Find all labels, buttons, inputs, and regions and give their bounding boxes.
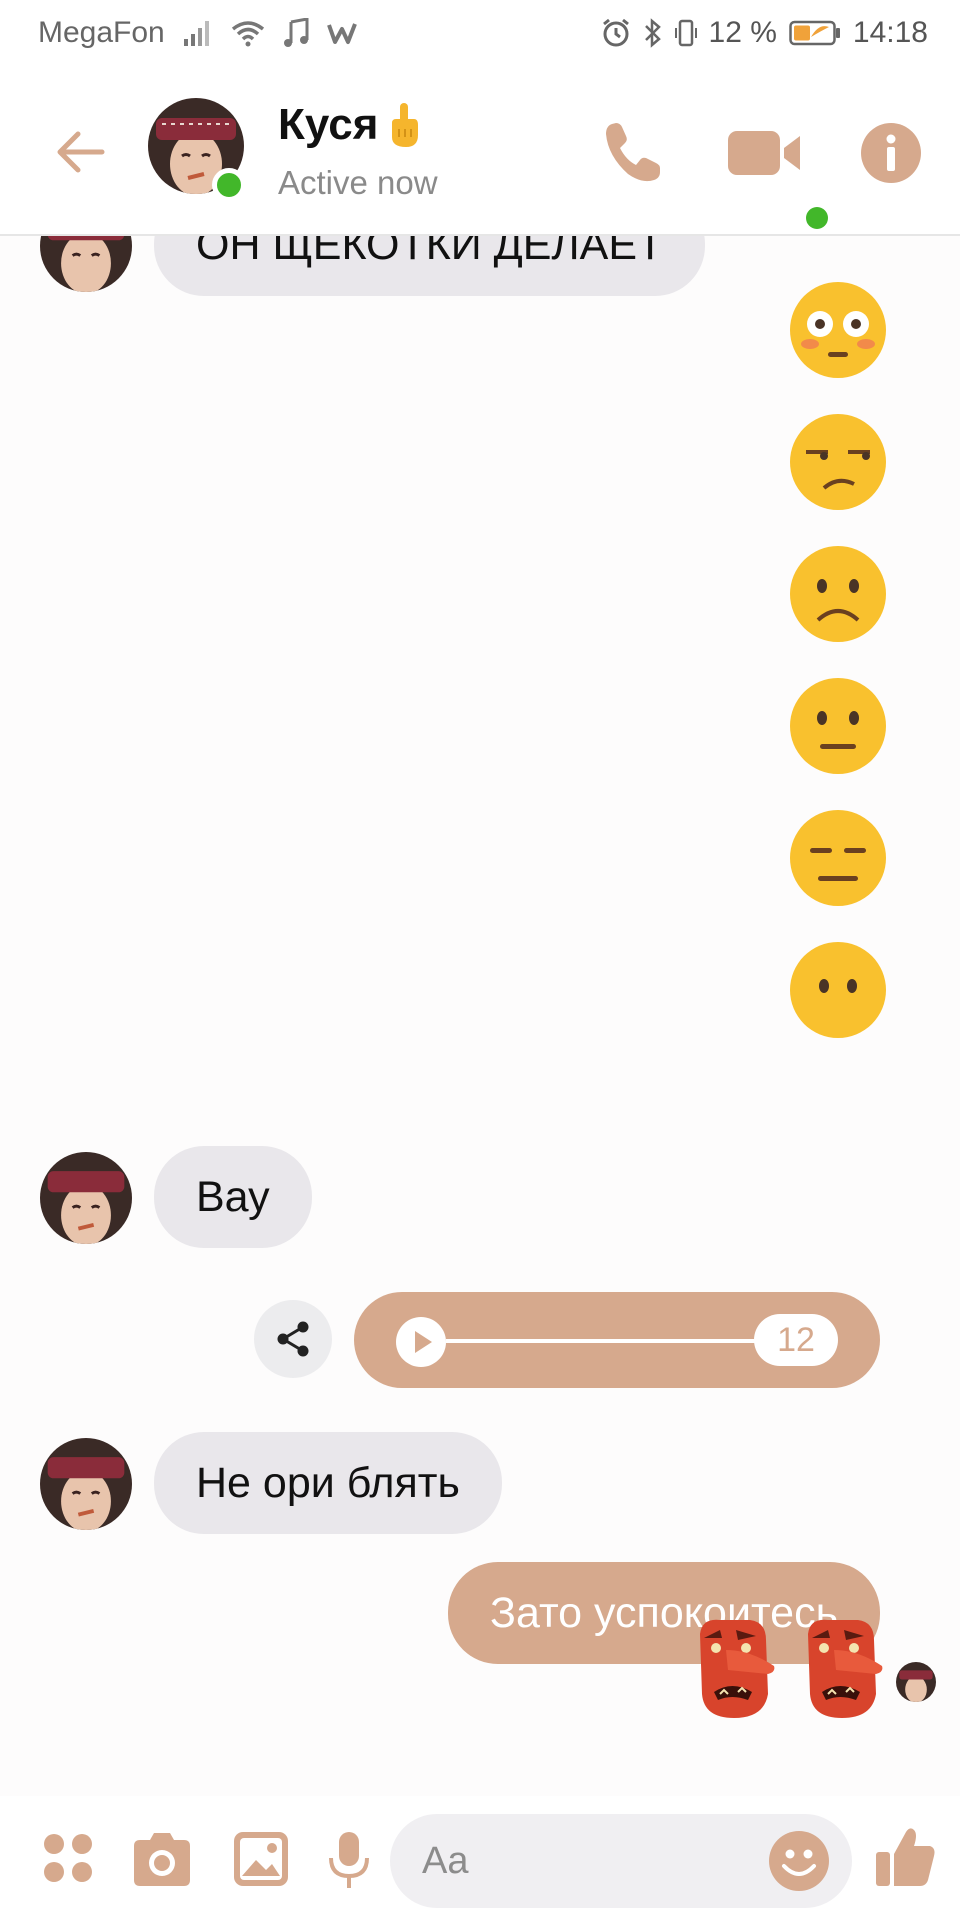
play-button[interactable] [396, 1317, 446, 1367]
gallery-icon[interactable] [232, 1830, 290, 1888]
back-arrow-icon[interactable] [50, 120, 114, 184]
w-app-icon [326, 23, 357, 44]
message-input[interactable]: Aa [390, 1814, 852, 1908]
message-list[interactable]: ОН ЩЕКОТКИ ДЕЛАЕТ Вау 12 Не ори блять За… [0, 236, 960, 1796]
share-icon [277, 1321, 309, 1357]
neutral-face-icon[interactable] [788, 676, 888, 776]
incoming-message[interactable]: ОН ЩЕКОТКИ ДЕЛАЕТ [154, 236, 706, 296]
phone-icon[interactable] [598, 118, 668, 188]
goblin-mask-icon[interactable] [798, 1614, 888, 1722]
conversation-header: Куся Active now [0, 66, 960, 236]
wifi-icon [231, 21, 264, 47]
contact-name[interactable]: Куся [278, 100, 422, 150]
apps-icon[interactable] [42, 1832, 94, 1884]
clock: 14:18 [852, 16, 928, 49]
incoming-message[interactable]: Не ори блять [154, 1432, 502, 1534]
vibrate-icon [674, 19, 697, 47]
battery-icon [789, 20, 840, 46]
battery-percent: 12 % [708, 16, 777, 49]
signal-icon [183, 21, 209, 46]
share-button[interactable] [254, 1300, 332, 1378]
middle-finger-icon [392, 103, 419, 147]
incoming-message[interactable]: Вау [154, 1146, 312, 1248]
flushed-face-icon[interactable] [788, 280, 888, 380]
voice-message[interactable]: 12 [354, 1292, 880, 1388]
video-active-indicator [806, 207, 828, 229]
info-icon[interactable] [860, 122, 922, 184]
video-camera-icon[interactable] [726, 118, 810, 188]
face-without-mouth-icon[interactable] [788, 940, 888, 1040]
music-icon [283, 18, 309, 47]
contact-name-text: Куся [278, 100, 379, 149]
voice-progress-track[interactable] [446, 1339, 766, 1343]
status-bar: MegaFon 12 % 14:18 [0, 0, 960, 66]
sender-avatar[interactable] [40, 1438, 132, 1530]
microphone-icon[interactable] [326, 1830, 372, 1890]
bluetooth-icon [644, 18, 661, 48]
play-icon [415, 1331, 432, 1353]
emoji-icon[interactable] [768, 1830, 830, 1892]
unamused-face-icon[interactable] [788, 412, 888, 512]
contact-status: Active now [278, 164, 438, 201]
camera-icon[interactable] [130, 1830, 194, 1888]
message-input-placeholder: Aa [422, 1839, 469, 1882]
sender-avatar[interactable] [40, 1152, 132, 1244]
alarm-icon [602, 18, 629, 47]
online-indicator [212, 168, 246, 202]
frowning-face-icon[interactable] [788, 544, 888, 644]
voice-duration: 12 [754, 1314, 838, 1366]
goblin-mask-icon[interactable] [690, 1614, 780, 1722]
sender-avatar[interactable] [40, 236, 132, 292]
message-composer: Aa [0, 1796, 960, 1920]
thumbs-up-icon[interactable] [872, 1824, 938, 1890]
carrier-name: MegaFon [38, 16, 165, 49]
expressionless-face-icon[interactable] [788, 808, 888, 908]
seen-indicator-avatar [896, 1662, 936, 1702]
